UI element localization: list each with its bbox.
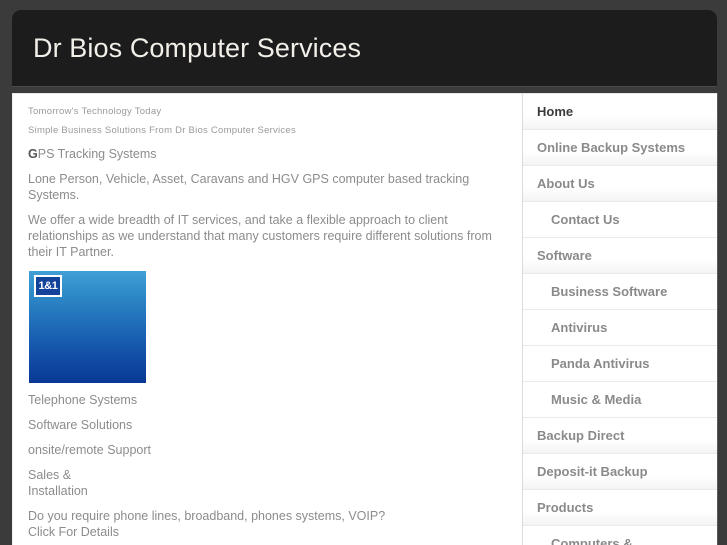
gps-description: Lone Person, Vehicle, Asset, Caravans an… bbox=[28, 172, 470, 202]
gps-heading: GPS Tracking Systems bbox=[28, 146, 508, 162]
promo-banner-1and1[interactable]: 1&1 bbox=[29, 271, 146, 383]
page-title: Dr Bios Computer Services bbox=[33, 33, 362, 63]
blurb-telephony: Do you require phone lines, broadband, p… bbox=[28, 508, 508, 540]
sidebar-item-antivirus[interactable]: Antivirus bbox=[523, 310, 717, 346]
sidebar-item-business-software[interactable]: Business Software bbox=[523, 274, 717, 310]
sidebar-item-products[interactable]: Products bbox=[523, 490, 717, 526]
sales-line-1: Sales & bbox=[28, 468, 72, 482]
sidebar-item-software[interactable]: Software bbox=[523, 238, 717, 274]
sidebar-item-home[interactable]: Home bbox=[523, 94, 717, 130]
main-content: Tomorrow's Technology Today Simple Busin… bbox=[13, 94, 522, 545]
sidebar-item-deposit-it-backup[interactable]: Deposit-it Backup bbox=[523, 454, 717, 490]
tagline-secondary: Simple Business Solutions From Dr Bios C… bbox=[28, 125, 296, 136]
site-header: Dr Bios Computer Services bbox=[12, 10, 717, 86]
sidebar-item-online-backup-systems[interactable]: Online Backup Systems bbox=[523, 130, 717, 166]
sidebar-item-panda-antivirus[interactable]: Panda Antivirus bbox=[523, 346, 717, 382]
page-root: Dr Bios Computer Services Tomorrow's Tec… bbox=[0, 0, 727, 545]
service-software-solutions: Software Solutions bbox=[28, 418, 133, 432]
content-panel: Tomorrow's Technology Today Simple Busin… bbox=[12, 93, 717, 545]
intro-paragraph: We offer a wide breadth of IT services, … bbox=[28, 213, 492, 259]
sales-line-2: Installation bbox=[28, 484, 88, 498]
service-onsite-remote-support: onsite/remote Support bbox=[28, 443, 151, 457]
sidebar-item-about-us[interactable]: About Us bbox=[523, 166, 717, 202]
blurb-telephony-question: Do you require phone lines, broadband, p… bbox=[28, 509, 386, 523]
sidebar-navigation: Home Online Backup Systems About Us Cont… bbox=[522, 94, 717, 545]
sidebar-item-contact-us[interactable]: Contact Us bbox=[523, 202, 717, 238]
sidebar-item-music-and-media[interactable]: Music & Media bbox=[523, 382, 717, 418]
one-and-one-logo-icon: 1&1 bbox=[34, 275, 62, 297]
sidebar-item-backup-direct[interactable]: Backup Direct bbox=[523, 418, 717, 454]
service-sales-installation: Sales & Installation bbox=[28, 467, 508, 499]
nav-list: Home Online Backup Systems About Us Cont… bbox=[523, 94, 717, 545]
tagline-primary: Tomorrow's Technology Today bbox=[28, 106, 162, 117]
gps-heading-rest: PS Tracking Systems bbox=[37, 147, 157, 161]
gps-heading-cap: G bbox=[28, 147, 38, 161]
service-telephone-systems: Telephone Systems bbox=[28, 393, 138, 407]
blurb-telephony-cta[interactable]: Click For Details bbox=[28, 524, 508, 540]
sidebar-item-computers-and-peripherals[interactable]: Computers & Peripherals bbox=[523, 526, 717, 545]
